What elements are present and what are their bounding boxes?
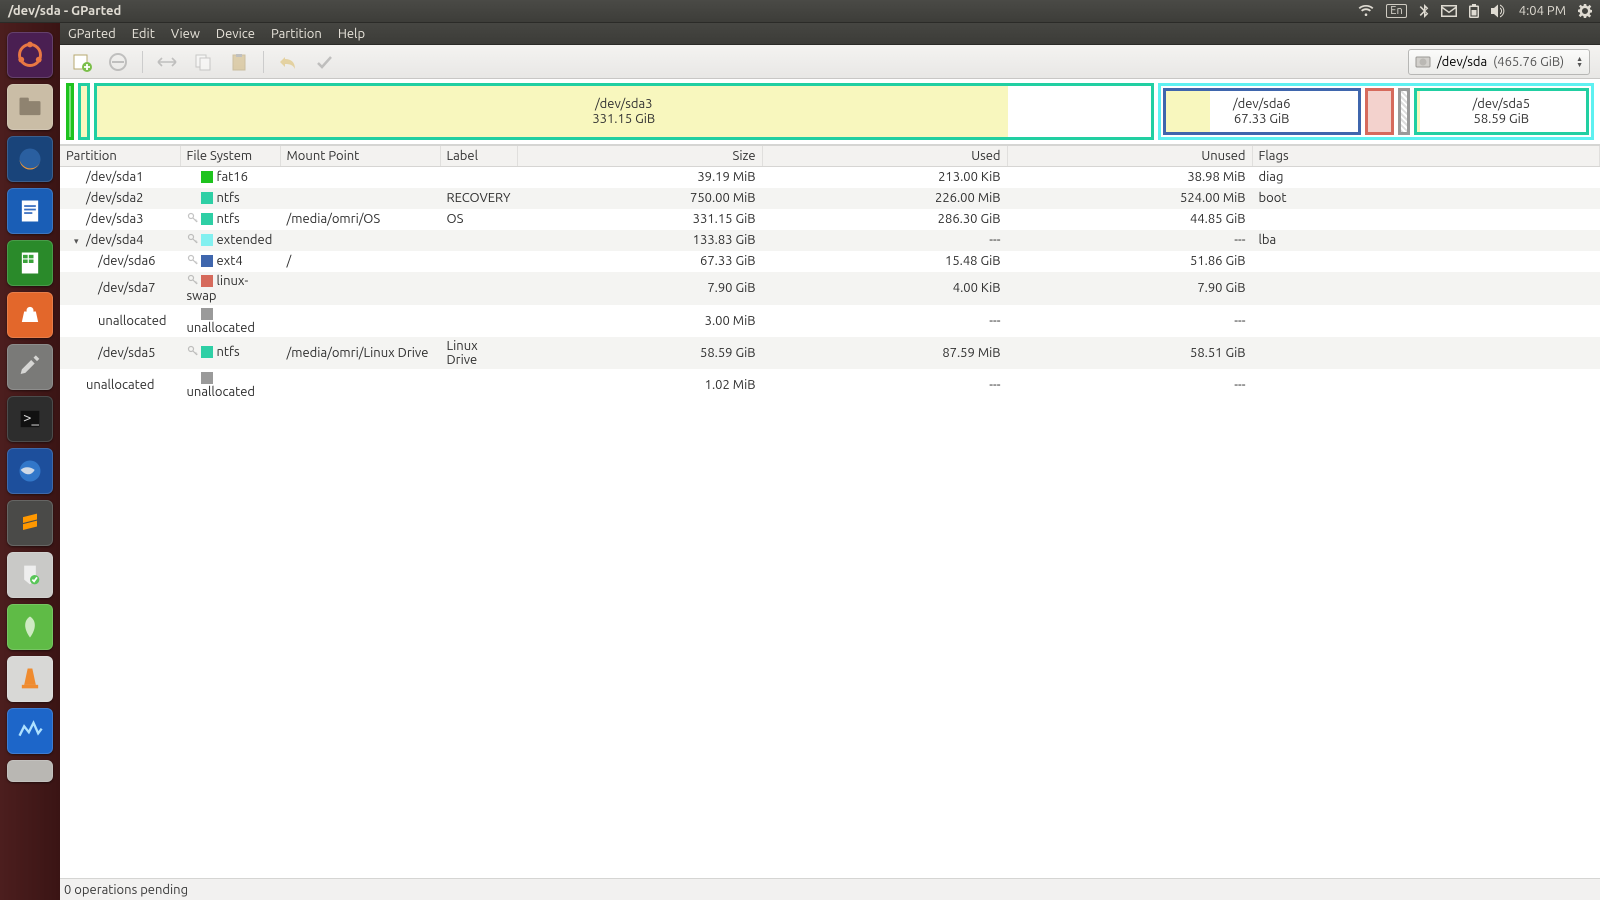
delete-button[interactable] [106, 50, 130, 74]
launcher-firefox[interactable] [7, 136, 53, 182]
drive-icon [1415, 55, 1431, 69]
menu-edit[interactable]: Edit [132, 27, 155, 41]
table-header: Partition File System Mount Point Label … [60, 146, 1600, 167]
partition-table: Partition File System Mount Point Label … [60, 145, 1600, 878]
diskmap-unallocated-inner[interactable] [1398, 88, 1410, 135]
mail-icon[interactable] [1441, 5, 1457, 17]
gear-icon[interactable] [1578, 4, 1592, 18]
table-row[interactable]: unallocatedunallocated1.02 MiB------ [60, 369, 1600, 401]
menu-device[interactable]: Device [216, 27, 255, 41]
diskmap-sda5[interactable]: /dev/sda558.59 GiB [1414, 88, 1589, 135]
chevron-updown-icon: ▲▼ [1576, 56, 1583, 68]
device-selector[interactable]: /dev/sda (465.76 GiB) ▲▼ [1408, 49, 1590, 75]
disk-map: /dev/sda3331.15 GiB /dev/sda667.33 GiB /… [60, 79, 1600, 145]
table-row[interactable]: ▾/dev/sda4extended133.83 GiB------lba [60, 230, 1600, 251]
launcher-files[interactable] [7, 84, 53, 130]
system-top-panel: /dev/sda - GParted En 4:04 PM [0, 0, 1600, 23]
app-menubar: GParted Edit View Device Partition Help [60, 23, 1600, 45]
unity-launcher: >_ [0, 23, 60, 900]
diskmap-sda6[interactable]: /dev/sda667.33 GiB [1163, 88, 1361, 135]
table-row[interactable]: /dev/sda6ext4/67.33 GiB15.48 GiB51.86 Gi… [60, 251, 1600, 272]
table-row[interactable]: /dev/sda3ntfs/media/omri/OSOS331.15 GiB2… [60, 209, 1600, 230]
col-size[interactable]: Size [517, 146, 762, 167]
status-bar: 0 operations pending [60, 878, 1600, 900]
table-row[interactable]: /dev/sda2ntfsRECOVERY750.00 MiB226.00 Mi… [60, 188, 1600, 209]
col-flags[interactable]: Flags [1252, 146, 1599, 167]
undo-button[interactable] [276, 50, 300, 74]
menu-help[interactable]: Help [338, 27, 365, 41]
table-row[interactable]: unallocatedunallocated3.00 MiB------ [60, 305, 1600, 337]
diskmap-sda5-size: 58.59 GiB [1474, 112, 1530, 126]
table-row[interactable]: /dev/sda7linux-swap7.90 GiB4.00 KiB7.90 … [60, 272, 1600, 305]
svg-text:>_: >_ [23, 409, 40, 426]
paste-button[interactable] [227, 50, 251, 74]
window-title: /dev/sda - GParted [8, 4, 121, 18]
menu-partition[interactable]: Partition [271, 27, 322, 41]
clock[interactable]: 4:04 PM [1519, 4, 1566, 18]
key-icon [187, 274, 199, 289]
diskmap-sda7[interactable] [1365, 88, 1394, 135]
diskmap-sda3-size: 331.15 GiB [592, 112, 655, 126]
device-selector-size: (465.76 GiB) [1493, 55, 1564, 69]
key-icon [187, 254, 199, 269]
launcher-terminal[interactable]: >_ [7, 396, 53, 442]
menu-view[interactable]: View [171, 27, 200, 41]
toolbar: /dev/sda (465.76 GiB) ▲▼ [60, 45, 1600, 79]
device-selector-device: /dev/sda [1437, 55, 1487, 69]
key-icon [187, 212, 199, 227]
col-used[interactable]: Used [762, 146, 1007, 167]
table-row[interactable]: /dev/sda5ntfs/media/omri/Linux DriveLinu… [60, 337, 1600, 369]
table-row[interactable]: /dev/sda1fat1639.19 MiB213.00 KiB38.98 M… [60, 167, 1600, 188]
diskmap-sda4-extended[interactable]: /dev/sda667.33 GiB /dev/sda558.59 GiB [1158, 83, 1595, 140]
diskmap-sda3[interactable]: /dev/sda3331.15 GiB [94, 83, 1154, 140]
menu-gparted[interactable]: GParted [68, 27, 116, 41]
launcher-thunderbird[interactable] [7, 448, 53, 494]
col-filesystem[interactable]: File System [180, 146, 280, 167]
launcher-monitor[interactable] [7, 708, 53, 754]
col-partition[interactable]: Partition [60, 146, 180, 167]
status-text: 0 operations pending [64, 883, 188, 897]
new-partition-button[interactable] [70, 50, 94, 74]
volume-icon[interactable] [1491, 4, 1507, 18]
launcher-software[interactable] [7, 292, 53, 338]
bluetooth-icon[interactable] [1419, 4, 1429, 18]
diskmap-sda2[interactable] [78, 83, 90, 140]
apply-button[interactable] [312, 50, 336, 74]
col-unused[interactable]: Unused [1007, 146, 1252, 167]
key-icon [187, 345, 199, 360]
launcher-writer[interactable] [7, 188, 53, 234]
copy-button[interactable] [191, 50, 215, 74]
resize-button[interactable] [155, 50, 179, 74]
launcher-app-green[interactable] [7, 604, 53, 650]
key-icon [187, 233, 199, 248]
launcher-sublime[interactable] [7, 500, 53, 546]
gparted-window: /dev/sda (465.76 GiB) ▲▼ /dev/sda3331.15… [60, 45, 1600, 878]
diskmap-sda6-label: /dev/sda6 [1233, 97, 1291, 111]
launcher-settings[interactable] [7, 344, 53, 390]
keyboard-indicator[interactable]: En [1386, 4, 1406, 18]
launcher-usb[interactable] [7, 552, 53, 598]
launcher-dash[interactable] [7, 32, 53, 78]
launcher-overflow[interactable] [7, 760, 53, 782]
wifi-icon[interactable] [1358, 4, 1374, 18]
battery-icon[interactable] [1469, 4, 1479, 18]
diskmap-sda3-label: /dev/sda3 [595, 97, 653, 111]
diskmap-sda1[interactable] [66, 83, 74, 140]
diskmap-sda5-label: /dev/sda5 [1473, 97, 1531, 111]
launcher-vlc[interactable] [7, 656, 53, 702]
col-mount[interactable]: Mount Point [280, 146, 440, 167]
diskmap-sda6-size: 67.33 GiB [1234, 112, 1290, 126]
col-label[interactable]: Label [440, 146, 517, 167]
launcher-calc[interactable] [7, 240, 53, 286]
